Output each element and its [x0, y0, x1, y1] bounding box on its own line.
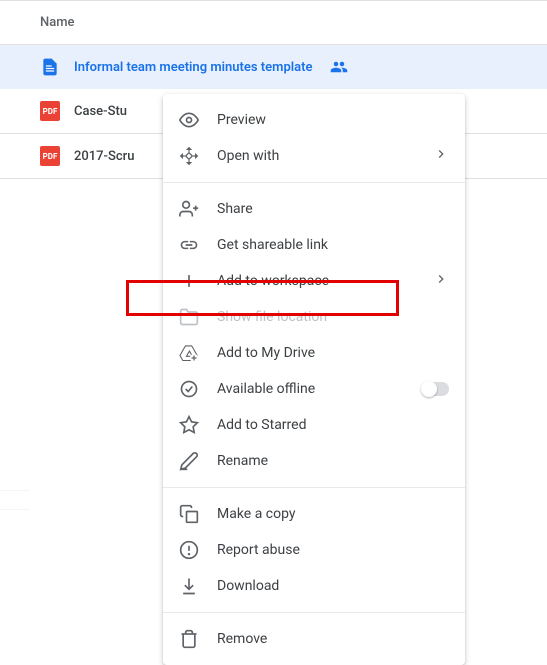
menu-item-download[interactable]: Download: [163, 568, 465, 604]
folder-icon: [179, 307, 199, 327]
menu-divider: [163, 612, 465, 613]
download-icon: [179, 576, 199, 596]
file-name: Informal team meeting minutes template: [74, 60, 312, 75]
copy-icon: [179, 504, 199, 524]
menu-item-add-starred[interactable]: Add to Starred: [163, 407, 465, 443]
menu-label: Add to My Drive: [217, 345, 315, 361]
chevron-right-icon: [433, 146, 449, 166]
column-header-label: Name: [40, 15, 75, 30]
menu-label: Get shareable link: [217, 237, 328, 253]
menu-item-remove[interactable]: Remove: [163, 621, 465, 657]
column-header-name[interactable]: Name: [0, 0, 547, 45]
menu-item-show-location: Show file location: [163, 299, 465, 335]
menu-item-make-copy[interactable]: Make a copy: [163, 496, 465, 532]
menu-label: Add to Starred: [217, 417, 306, 433]
eye-icon: [179, 110, 199, 130]
open-with-icon: [179, 146, 199, 166]
pdf-icon: PDF: [40, 146, 60, 166]
menu-label: Download: [217, 578, 279, 594]
menu-label: Make a copy: [217, 506, 296, 522]
person-add-icon: [179, 199, 199, 219]
divider-stub: [0, 490, 30, 510]
alert-icon: [179, 540, 199, 560]
menu-item-add-my-drive[interactable]: Add to My Drive: [163, 335, 465, 371]
menu-item-report-abuse[interactable]: Report abuse: [163, 532, 465, 568]
menu-label: Open with: [217, 148, 279, 164]
trash-icon: [179, 629, 199, 649]
file-name: 2017-Scru: [74, 149, 134, 164]
menu-divider: [163, 182, 465, 183]
menu-item-add-workspace[interactable]: Add to workspace: [163, 263, 465, 299]
context-menu: Preview Open with Share Get shareable li…: [163, 94, 465, 665]
pencil-icon: [179, 451, 199, 471]
menu-item-available-offline[interactable]: Available offline: [163, 371, 465, 407]
drive-add-icon: [179, 343, 199, 363]
menu-label: Add to workspace: [217, 273, 329, 289]
menu-item-rename[interactable]: Rename: [163, 443, 465, 479]
menu-label: Preview: [217, 112, 266, 128]
pdf-icon: PDF: [40, 101, 60, 121]
menu-label: Report abuse: [217, 542, 300, 558]
shared-icon: [330, 58, 348, 76]
menu-label: Rename: [217, 453, 268, 469]
star-icon: [179, 415, 199, 435]
menu-item-open-with[interactable]: Open with: [163, 138, 465, 174]
google-docs-icon: [40, 57, 60, 77]
link-icon: [179, 235, 199, 255]
menu-item-get-link[interactable]: Get shareable link: [163, 227, 465, 263]
menu-item-preview[interactable]: Preview: [163, 102, 465, 138]
offline-check-icon: [179, 379, 199, 399]
menu-item-share[interactable]: Share: [163, 191, 465, 227]
chevron-right-icon: [433, 271, 449, 291]
plus-icon: [179, 271, 199, 291]
menu-label: Available offline: [217, 381, 315, 397]
offline-toggle[interactable]: [421, 382, 449, 396]
menu-divider: [163, 487, 465, 488]
menu-label: Show file location: [217, 309, 327, 325]
file-name: Case-Stu: [74, 104, 127, 119]
menu-label: Share: [217, 201, 253, 217]
file-row-selected[interactable]: Informal team meeting minutes template: [0, 45, 547, 89]
